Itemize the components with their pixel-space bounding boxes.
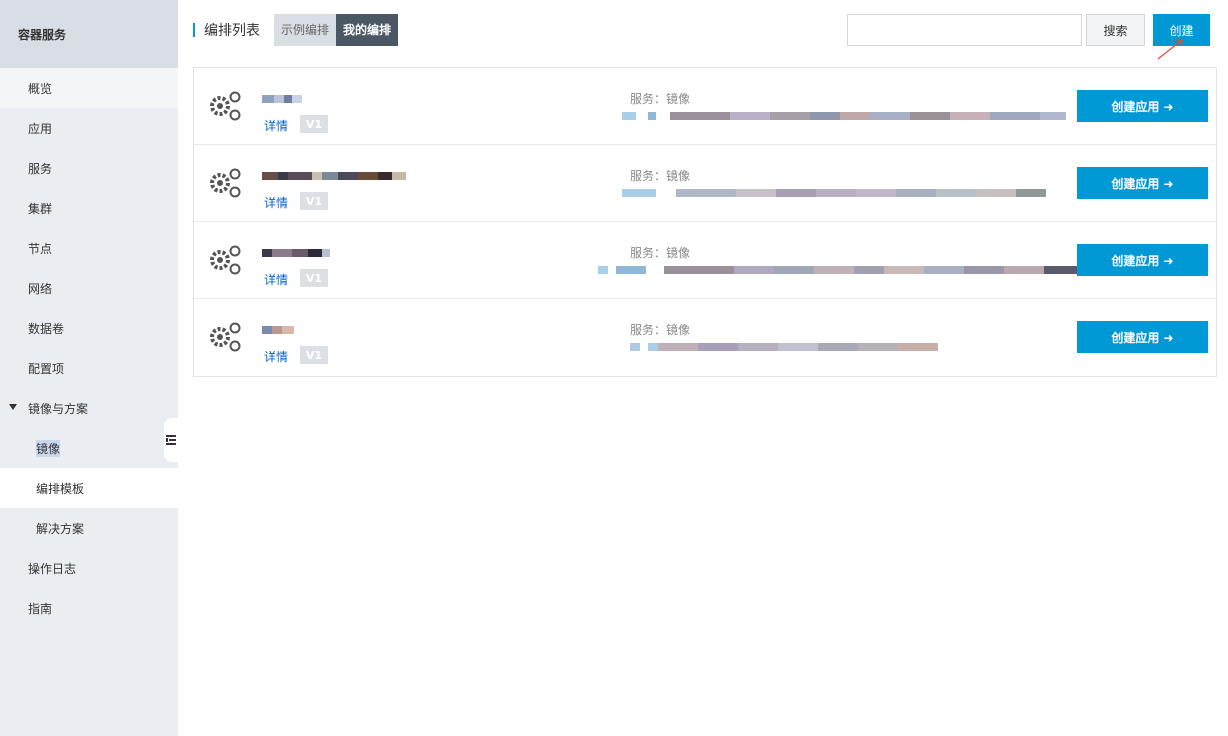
- list-item: 详情 V1 服务：镜像 创建应用 ➜: [194, 222, 1216, 299]
- sidebar-item-label: 服务: [28, 161, 53, 176]
- title-accent-bar: [193, 23, 195, 37]
- service-image-redacted: [630, 343, 938, 351]
- collapse-menu-icon: [166, 435, 176, 445]
- sidebar-item-config[interactable]: 配置项: [0, 348, 178, 388]
- sidebar-item-label: 集群: [28, 201, 53, 216]
- gears-icon: [210, 91, 241, 121]
- template-name-redacted: [262, 172, 406, 180]
- sidebar-item-label: 解决方案: [36, 521, 85, 536]
- sidebar-item-images[interactable]: 镜像: [0, 428, 178, 468]
- tab-my-templates[interactable]: 我的编排: [336, 14, 399, 46]
- version-badge: V1: [300, 192, 328, 210]
- main-content: 编排列表 示例编排 我的编排 搜索 创建 详情 V1 服务：镜像 创建应用 ➜ …: [178, 0, 1228, 736]
- sidebar-item-solutions[interactable]: 解决方案: [0, 508, 178, 548]
- service-label: 服务：镜像: [630, 246, 691, 260]
- sidebar-item-clusters[interactable]: 集群: [0, 188, 178, 228]
- create-app-button[interactable]: 创建应用 ➜: [1077, 321, 1208, 353]
- sidebar-item-label: 指南: [28, 601, 53, 616]
- sidebar: 容器服务 概览 应用 服务 集群 节点 网络 数据卷 配置项 镜像与方案 镜像 …: [0, 0, 178, 736]
- sidebar-item-templates[interactable]: 编排模板: [0, 468, 178, 508]
- service-label: 服务：镜像: [630, 323, 691, 337]
- sidebar-item-label: 操作日志: [28, 561, 77, 576]
- gears-icon: [210, 245, 241, 275]
- sidebar-item-label: 应用: [28, 121, 53, 136]
- search-input[interactable]: [847, 14, 1082, 46]
- service-image-redacted: [622, 112, 1066, 120]
- template-name-redacted: [262, 249, 330, 257]
- detail-link[interactable]: 详情: [264, 348, 288, 365]
- create-app-button[interactable]: 创建应用 ➜: [1077, 90, 1208, 122]
- sidebar-item-label: 镜像与方案: [28, 401, 89, 416]
- annotation-arrow-icon: [1157, 39, 1183, 60]
- detail-link[interactable]: 详情: [264, 271, 288, 288]
- service-label: 服务：镜像: [630, 169, 691, 183]
- sidebar-item-apps[interactable]: 应用: [0, 108, 178, 148]
- create-app-button[interactable]: 创建应用 ➜: [1077, 244, 1208, 276]
- sidebar-item-images-solutions[interactable]: 镜像与方案: [0, 388, 178, 428]
- version-badge: V1: [300, 269, 328, 287]
- list-item: 详情 V1 服务：镜像 创建应用 ➜: [194, 299, 1216, 376]
- sidebar-item-logs[interactable]: 操作日志: [0, 548, 178, 588]
- template-name-redacted: [262, 95, 302, 103]
- template-list: 详情 V1 服务：镜像 创建应用 ➜ 详情 V1 服务：镜像 创建应用 ➜ 详情…: [193, 67, 1217, 377]
- detail-link[interactable]: 详情: [264, 117, 288, 134]
- sidebar-item-label: 概览: [28, 81, 53, 96]
- service-image-redacted: [598, 266, 1084, 274]
- create-app-button[interactable]: 创建应用 ➜: [1077, 167, 1208, 199]
- service-image-redacted: [622, 189, 1046, 197]
- sidebar-item-guide[interactable]: 指南: [0, 588, 178, 628]
- detail-link[interactable]: 详情: [264, 194, 288, 211]
- caret-down-icon: [9, 404, 17, 410]
- version-badge: V1: [300, 115, 328, 133]
- sidebar-item-label: 镜像: [36, 439, 61, 457]
- sidebar-item-label: 节点: [28, 241, 53, 256]
- sidebar-title: 容器服务: [0, 0, 178, 68]
- sidebar-item-services[interactable]: 服务: [0, 148, 178, 188]
- sidebar-item-volumes[interactable]: 数据卷: [0, 308, 178, 348]
- template-name-redacted: [262, 326, 294, 334]
- list-item: 详情 V1 服务：镜像 创建应用 ➜: [194, 145, 1216, 222]
- search-button[interactable]: 搜索: [1086, 14, 1145, 46]
- gears-icon: [210, 322, 241, 352]
- service-label: 服务：镜像: [630, 92, 691, 106]
- sidebar-item-label: 数据卷: [28, 321, 65, 336]
- page-header: 编排列表 示例编排 我的编排: [193, 14, 399, 46]
- list-item: 详情 V1 服务：镜像 创建应用 ➜: [194, 68, 1216, 145]
- sidebar-item-label: 配置项: [28, 361, 65, 376]
- sidebar-item-overview[interactable]: 概览: [0, 68, 178, 108]
- sidebar-item-nodes[interactable]: 节点: [0, 228, 178, 268]
- version-badge: V1: [300, 346, 328, 364]
- sidebar-item-label: 编排模板: [36, 481, 85, 496]
- page-title: 编排列表: [204, 23, 260, 39]
- tab-sample-templates[interactable]: 示例编排: [274, 14, 337, 46]
- sidebar-item-label: 网络: [28, 281, 53, 296]
- sidebar-item-network[interactable]: 网络: [0, 268, 178, 308]
- gears-icon: [210, 168, 241, 198]
- sidebar-collapse-toggle[interactable]: [164, 418, 178, 462]
